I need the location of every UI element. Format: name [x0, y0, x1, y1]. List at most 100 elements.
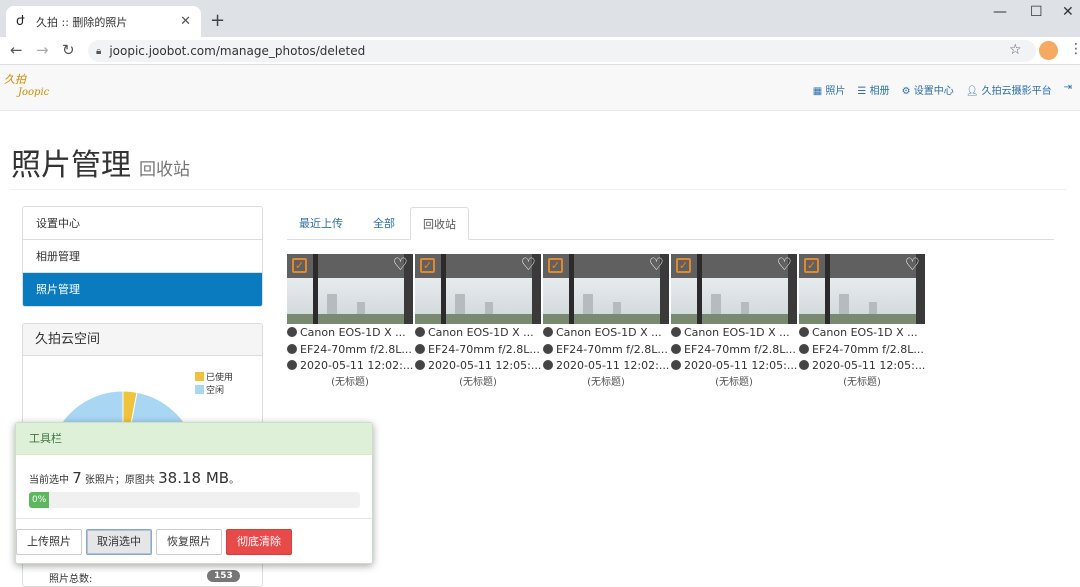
heart-icon[interactable]: ♡ — [521, 255, 536, 275]
sidebar-item-photos[interactable]: 照片管理 — [23, 273, 262, 306]
photo-card[interactable]: ✓ ♡ Canon EOS-1D X ... EF24-70mm f/2.8L... 2… — [671, 254, 797, 391]
photo-card[interactable]: ✓ ♡ Canon EOS-1D X ... EF24-70mm f/2.8L... 2… — [415, 254, 541, 391]
photo-card[interactable]: ✓ ♡ Canon EOS-1D X ... EF24-70mm f/2.8L... 2… — [287, 254, 413, 391]
photo-date: 2020-05-11 12:05:... — [415, 358, 541, 375]
selection-mid: 张照片；原图共 — [84, 475, 155, 486]
legend-free: 空闲 — [195, 385, 233, 398]
joopic-logo[interactable]: 久拍 Joopic — [4, 73, 49, 99]
photo-thumbnail[interactable]: ✓ ♡ — [543, 254, 669, 324]
selection-suffix: 。 — [229, 475, 240, 486]
photo-camera-text: Canon EOS-1D X ... — [812, 326, 918, 339]
maximize-icon[interactable]: ☐ — [1030, 4, 1043, 20]
toolbar-panel: 工具栏 当前选中 7 张照片；原图共 38.18 MB。 0% 上传照片 取消选… — [15, 422, 373, 564]
photo-thumbnail[interactable]: ✓ ♡ — [415, 254, 541, 324]
browser-menu-icon[interactable]: ⋮ — [1069, 41, 1080, 57]
photo-meta: Canon EOS-1D X ... EF24-70mm f/2.8L... 202… — [543, 325, 669, 391]
forward-icon[interactable]: → — [36, 41, 49, 59]
close-window-icon[interactable]: ✕ — [1062, 4, 1074, 20]
photo-total-badge: 153 — [207, 570, 240, 582]
upload-photos-button[interactable]: 上传照片 — [16, 529, 82, 555]
checkbox-checked-icon[interactable]: ✓ — [676, 258, 691, 273]
tab-recent[interactable]: 最近上传 — [287, 207, 355, 240]
heart-icon[interactable]: ♡ — [393, 255, 408, 275]
photo-lens-text: EF24-70mm f/2.8L... — [300, 342, 412, 356]
photo-total-label: 照片总数: — [49, 574, 93, 585]
photo-date: 2020-05-11 12:02:... — [287, 358, 413, 375]
checkbox-checked-icon[interactable]: ✓ — [292, 258, 307, 273]
photo-thumbnail[interactable]: ✓ ♡ — [799, 254, 925, 324]
minimize-icon[interactable]: — — [993, 4, 1007, 20]
photo-tabs: 最近上传 全部 回收站 — [287, 207, 1054, 240]
reload-icon[interactable]: ↻ — [62, 41, 75, 59]
nav-settings[interactable]: ⚙ 设置中心 — [902, 82, 954, 97]
photo-thumbnail[interactable]: ✓ ♡ — [287, 254, 413, 324]
camera-icon — [415, 327, 425, 337]
storage-legend: 已使用 空闲 — [195, 372, 233, 398]
heart-icon[interactable]: ♡ — [777, 255, 792, 275]
lens-icon — [799, 343, 809, 354]
site-favicon-icon: ժ — [16, 14, 25, 29]
photo-camera: Canon EOS-1D X ... — [671, 325, 797, 342]
restore-photos-button[interactable]: 恢复照片 — [156, 529, 222, 555]
photo-caption: (无标题) — [459, 376, 497, 388]
photo-date: 2020-05-11 12:05:... — [799, 358, 925, 375]
deselect-button[interactable]: 取消选中 — [86, 529, 152, 555]
photo-card[interactable]: ✓ ♡ Canon EOS-1D X ... EF24-70mm f/2.8L... 2… — [799, 254, 925, 391]
tab-trash[interactable]: 回收站 — [410, 207, 469, 240]
profile-avatar[interactable] — [1039, 41, 1058, 60]
url-text: joopic.joobot.com/manage_photos/deleted — [109, 44, 366, 58]
clock-icon — [287, 360, 297, 370]
nav-albums[interactable]: ☰ 相册 — [857, 82, 889, 97]
sidebar-item-settings[interactable]: 设置中心 — [23, 207, 262, 240]
camera-icon — [799, 327, 809, 337]
heart-icon[interactable]: ♡ — [905, 255, 920, 275]
photo-camera: Canon EOS-1D X ... — [799, 325, 925, 342]
camera-icon — [287, 327, 297, 337]
new-tab-icon[interactable]: + — [210, 10, 225, 31]
list-icon: ☰ — [857, 86, 870, 97]
clock-icon — [415, 360, 425, 370]
photo-lens: EF24-70mm f/2.8L... — [415, 342, 541, 359]
toolbar-buttons: 上传照片 取消选中 恢复照片 彻底清除 — [16, 529, 296, 555]
photo-date: 2020-05-11 12:02:... — [543, 358, 669, 375]
selection-prefix: 当前选中 — [29, 475, 69, 486]
nav-settings-label: 设置中心 — [913, 86, 954, 97]
sidebar-menu: 设置中心 相册管理 照片管理 — [22, 206, 263, 307]
camera-icon — [671, 327, 681, 337]
photo-caption: (无标题) — [843, 376, 881, 388]
browser-tab[interactable]: ժ 久拍 :: 删除的照片 ✕ — [6, 6, 201, 37]
photo-lens-text: EF24-70mm f/2.8L... — [556, 342, 668, 356]
checkbox-checked-icon[interactable]: ✓ — [548, 258, 563, 273]
checkbox-checked-icon[interactable]: ✓ — [804, 258, 819, 273]
tab-all[interactable]: 全部 — [361, 207, 407, 240]
photo-thumbnail[interactable]: ✓ ♡ — [671, 254, 797, 324]
sidebar-item-albums[interactable]: 相册管理 — [23, 240, 262, 273]
photo-caption: (无标题) — [331, 376, 369, 388]
photo-date-text: 2020-05-11 12:05:... — [812, 359, 925, 372]
photo-lens: EF24-70mm f/2.8L... — [671, 342, 797, 359]
back-icon[interactable]: ← — [10, 41, 23, 59]
lock-icon: 🔒︎ — [96, 45, 102, 57]
camera-icon — [543, 327, 553, 337]
bookmark-star-icon[interactable]: ☆ — [1009, 42, 1022, 58]
heart-icon[interactable]: ♡ — [649, 255, 664, 275]
photo-meta: Canon EOS-1D X ... EF24-70mm f/2.8L... 202… — [799, 325, 925, 391]
logo-line1: 久拍 — [4, 73, 26, 86]
photo-date-text: 2020-05-11 12:02:... — [556, 359, 669, 372]
lens-icon — [543, 343, 553, 354]
browser-tab-title: 久拍 :: 删除的照片 — [36, 15, 128, 29]
close-tab-icon[interactable]: ✕ — [180, 14, 191, 29]
delete-permanently-button[interactable]: 彻底清除 — [226, 529, 292, 555]
photo-camera-text: Canon EOS-1D X ... — [428, 326, 534, 339]
nav-photos[interactable]: ▦ 照片 — [813, 82, 846, 97]
lens-icon — [671, 343, 681, 354]
photo-lens: EF24-70mm f/2.8L... — [799, 342, 925, 359]
url-field[interactable]: 🔒︎ joopic.joobot.com/manage_photos/delet… — [88, 40, 1036, 62]
checkbox-checked-icon[interactable]: ✓ — [420, 258, 435, 273]
logout-icon[interactable]: ⇥ — [1064, 82, 1072, 97]
clock-icon — [799, 360, 809, 370]
photo-card[interactable]: ✓ ♡ Canon EOS-1D X ... EF24-70mm f/2.8L... 2… — [543, 254, 669, 391]
thumb-trees — [543, 314, 669, 324]
nav-platform[interactable]: 👤︎ 久拍云摄影平台 — [966, 82, 1052, 97]
thumb-pillar — [825, 254, 830, 324]
